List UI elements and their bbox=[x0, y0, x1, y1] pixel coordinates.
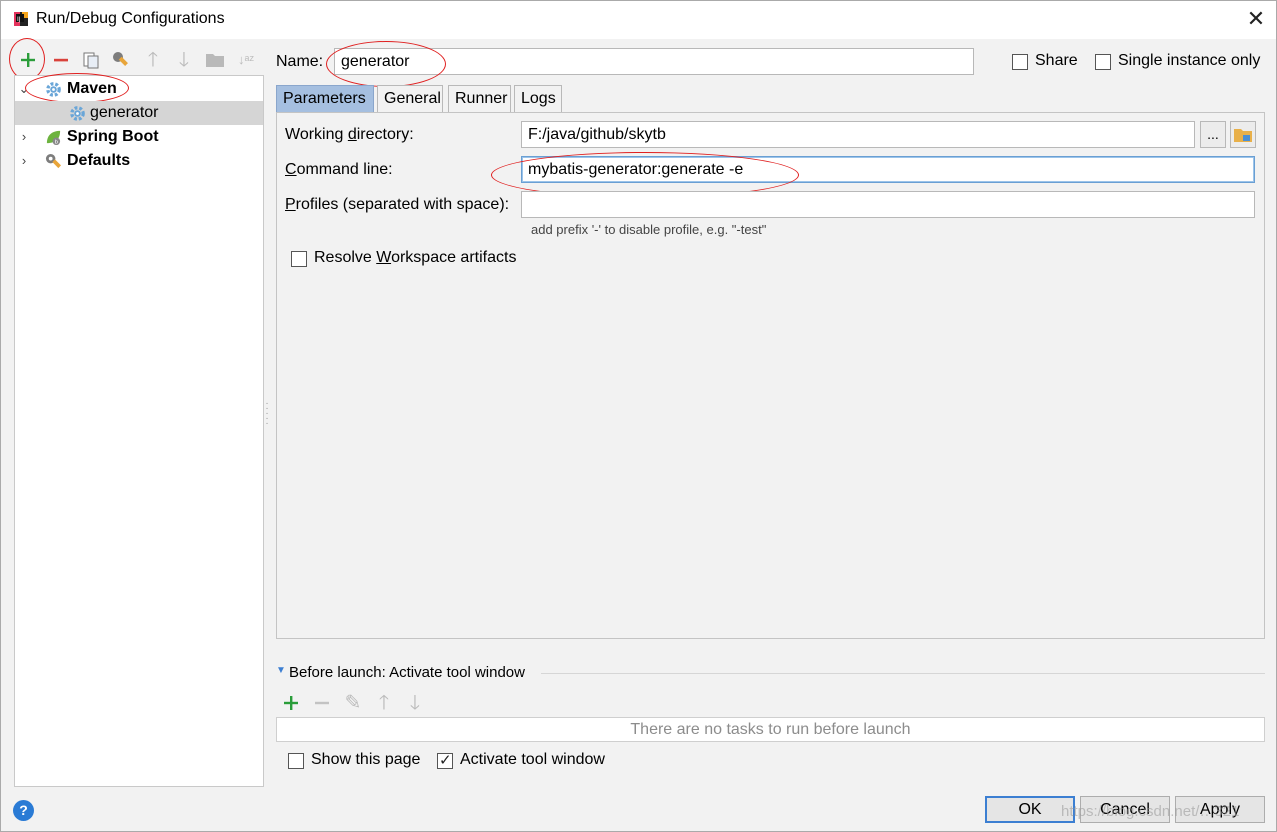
configuration-tree: ⌄ Maven generator › b Spring Boot › Defa… bbox=[14, 73, 264, 787]
maven-gear-icon bbox=[70, 106, 85, 121]
tree-item-label: Maven bbox=[67, 80, 117, 97]
tab-general[interactable]: General bbox=[377, 85, 443, 112]
copy-configuration-icon[interactable] bbox=[79, 47, 103, 73]
collapse-arrow-icon[interactable]: ▼ bbox=[276, 665, 286, 676]
move-up-icon[interactable]: 🡑 bbox=[141, 47, 165, 73]
tree-item-label: Spring Boot bbox=[67, 128, 159, 145]
command-line-label: Command line: bbox=[285, 161, 393, 178]
before-launch-divider bbox=[541, 673, 1265, 674]
before-launch-header[interactable]: Before launch: Activate tool window bbox=[289, 664, 525, 681]
share-label: Share bbox=[1035, 52, 1078, 69]
tree-item-label: Defaults bbox=[67, 152, 131, 169]
name-label: Name: bbox=[276, 53, 324, 70]
remove-task-icon[interactable] bbox=[311, 691, 333, 715]
add-configuration-icon[interactable] bbox=[16, 47, 40, 73]
before-launch-task-list: There are no tasks to run before launch bbox=[276, 717, 1265, 742]
single-instance-label: Single instance only bbox=[1118, 52, 1261, 69]
add-task-icon[interactable] bbox=[280, 691, 302, 715]
remove-configuration-icon[interactable] bbox=[49, 47, 73, 73]
sort-alpha-icon[interactable]: ↓ᵃᶻ bbox=[234, 47, 258, 73]
activate-tool-window-checkbox[interactable] bbox=[437, 751, 453, 769]
window-title: Run/Debug Configurations bbox=[36, 10, 225, 27]
show-this-page-checkbox[interactable] bbox=[288, 753, 304, 769]
title-bar: IJ Run/Debug Configurations ✕ bbox=[1, 1, 1276, 39]
profiles-label: Profiles (separated with space): bbox=[285, 196, 510, 213]
svg-text:IJ: IJ bbox=[17, 16, 21, 23]
chevron-right-icon[interactable]: › bbox=[17, 149, 31, 173]
wrench-icon bbox=[45, 153, 62, 169]
select-module-button[interactable] bbox=[1230, 121, 1256, 148]
tree-item-label: generator bbox=[90, 104, 159, 121]
chevron-down-icon[interactable]: ⌄ bbox=[17, 77, 31, 101]
splitter-handle[interactable]: · · · · · bbox=[264, 399, 270, 431]
share-checkbox[interactable] bbox=[1012, 54, 1028, 70]
move-task-up-icon[interactable]: 🡑 bbox=[373, 691, 395, 715]
name-input[interactable]: generator bbox=[334, 48, 974, 75]
tree-item-generator[interactable]: generator bbox=[15, 101, 263, 125]
intellij-app-icon: IJ bbox=[14, 12, 28, 26]
tree-item-spring-boot[interactable]: › b Spring Boot bbox=[15, 125, 263, 149]
close-icon[interactable]: ✕ bbox=[1244, 7, 1268, 31]
edit-task-icon[interactable]: ✎ bbox=[342, 691, 364, 715]
edit-defaults-icon[interactable] bbox=[109, 47, 133, 73]
apply-button[interactable]: Apply bbox=[1175, 796, 1265, 823]
tab-logs[interactable]: Logs bbox=[514, 85, 562, 112]
help-icon[interactable]: ? bbox=[13, 800, 34, 821]
activate-tool-window-label: Activate tool window bbox=[460, 751, 605, 768]
run-debug-dialog: IJ Run/Debug Configurations ✕ 🡑 🡓 ↓ᵃᶻ ⌄ … bbox=[0, 0, 1277, 832]
maven-gear-icon bbox=[46, 82, 61, 97]
resolve-workspace-checkbox[interactable] bbox=[291, 251, 307, 267]
show-this-page-label: Show this page bbox=[311, 751, 421, 768]
profiles-hint: add prefix '-' to disable profile, e.g. … bbox=[531, 222, 767, 237]
resolve-workspace-label: Resolve Workspace artifacts bbox=[314, 249, 517, 266]
single-instance-checkbox[interactable] bbox=[1095, 54, 1111, 70]
tab-parameters[interactable]: Parameters bbox=[276, 85, 374, 112]
working-directory-input[interactable]: F:/java/github/skytb bbox=[521, 121, 1195, 148]
browse-button[interactable]: ... bbox=[1200, 121, 1226, 148]
working-directory-label: Working directory: bbox=[285, 126, 414, 143]
folder-module-icon bbox=[1234, 129, 1252, 142]
spring-boot-icon: b bbox=[46, 130, 61, 146]
svg-text:b: b bbox=[54, 140, 58, 146]
cancel-button[interactable]: Cancel bbox=[1080, 796, 1170, 823]
chevron-right-icon[interactable]: › bbox=[17, 125, 31, 149]
tree-item-maven[interactable]: ⌄ Maven bbox=[15, 77, 263, 101]
command-line-input[interactable]: mybatis-generator:generate -e bbox=[521, 156, 1255, 183]
tree-item-defaults[interactable]: › Defaults bbox=[15, 149, 263, 173]
move-task-down-icon[interactable]: 🡓 bbox=[404, 691, 426, 715]
ok-button[interactable]: OK bbox=[985, 796, 1075, 823]
profiles-input[interactable] bbox=[521, 191, 1255, 218]
folder-icon[interactable] bbox=[203, 47, 227, 73]
tab-runner[interactable]: Runner bbox=[448, 85, 511, 112]
move-down-icon[interactable]: 🡓 bbox=[172, 47, 196, 73]
